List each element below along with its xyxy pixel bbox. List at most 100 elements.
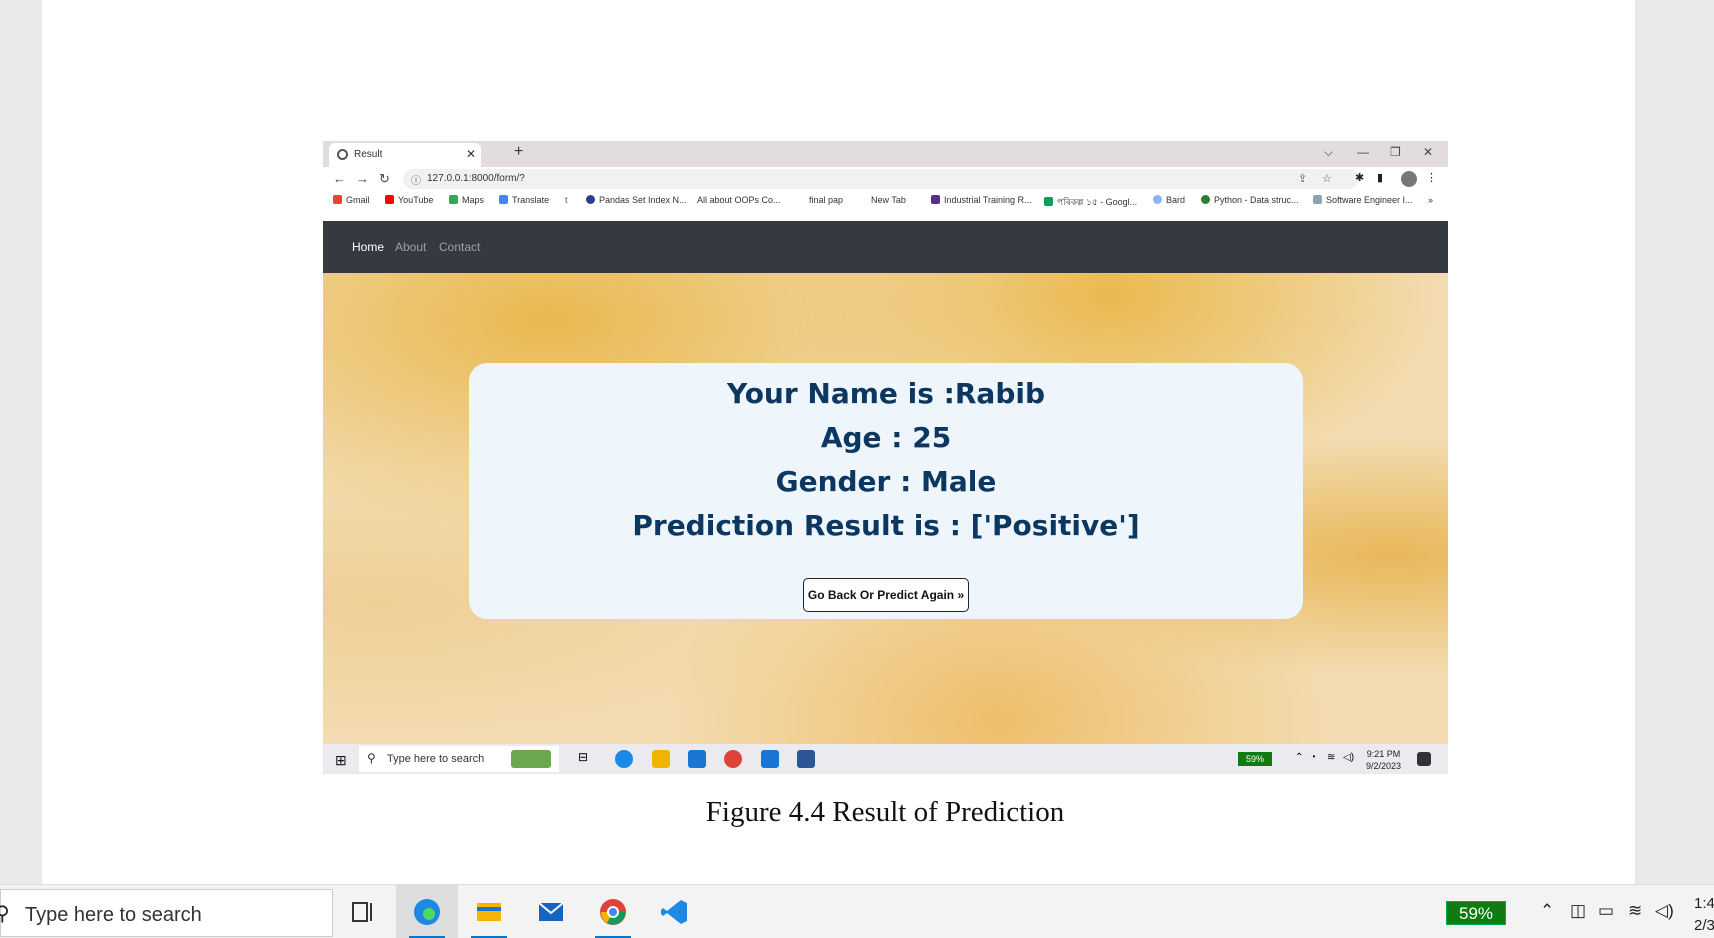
speaker-icon[interactable]: ◁) bbox=[1655, 901, 1674, 921]
taskbar-search-box[interactable]: ⚲ Type here to search bbox=[0, 889, 333, 937]
result-card: Your Name is :Rabib Age : 25 Gender : Ma… bbox=[469, 363, 1303, 619]
chrome-icon[interactable] bbox=[724, 750, 742, 768]
cloud-icon bbox=[1313, 195, 1322, 204]
inner-taskbar: ⊞ ⚲ Type here to search ⊟ 59% ⌃ ◔ ≋ ◁) 9… bbox=[323, 744, 1448, 774]
reload-icon[interactable]: ↻ bbox=[379, 171, 390, 187]
battery-indicator[interactable]: 59% bbox=[1446, 901, 1506, 925]
drive-icon bbox=[1044, 197, 1053, 206]
bookmark-t[interactable]: t bbox=[565, 195, 568, 205]
pandas-icon bbox=[586, 195, 595, 204]
chrome-icon bbox=[600, 899, 626, 925]
edge-icon bbox=[414, 899, 440, 925]
tab-search-chevron-icon[interactable]: ⌵ bbox=[1324, 145, 1333, 160]
hero-background: Your Name is :Rabib Age : 25 Gender : Ma… bbox=[323, 273, 1448, 744]
maps-icon bbox=[449, 195, 458, 204]
window-close-icon[interactable]: ✕ bbox=[1423, 145, 1433, 159]
taskbar-date: 2/3 bbox=[1694, 917, 1714, 934]
meet-now-icon[interactable]: ◫ bbox=[1570, 901, 1586, 921]
tab-title: Result bbox=[354, 149, 383, 160]
task-view-icon[interactable]: ⊟ bbox=[578, 750, 596, 768]
url-field[interactable]: ⓘ 127.0.0.1:8000/form/? ⇪ ☆ bbox=[403, 169, 1359, 189]
chrome-taskbar-button[interactable] bbox=[582, 885, 644, 938]
browser-tab[interactable]: Result ✕ bbox=[329, 143, 481, 167]
bookmarks-bar: Gmail YouTube Maps Translate t Pandas Se… bbox=[323, 191, 1448, 211]
menu-kebab-icon[interactable]: ⋮ bbox=[1426, 171, 1437, 184]
bookmark-new-tab[interactable]: New Tab bbox=[871, 195, 906, 205]
minimize-icon[interactable]: — bbox=[1357, 145, 1369, 159]
close-icon[interactable]: ✕ bbox=[466, 147, 476, 161]
bookmark-oops[interactable]: All about OOPs Co... bbox=[697, 195, 781, 205]
inner-clock[interactable]: 9:21 PM 9/2/2023 bbox=[1366, 748, 1401, 772]
bookmark-final-pap[interactable]: final pap bbox=[809, 195, 843, 205]
new-tab-icon[interactable]: + bbox=[514, 143, 523, 161]
youtube-icon bbox=[385, 195, 394, 204]
share-icon[interactable]: ⇪ bbox=[1298, 172, 1307, 185]
document-right-gutter bbox=[1635, 0, 1714, 884]
wifi-icon[interactable]: ≋ bbox=[1628, 901, 1642, 921]
extensions-icon[interactable]: ✱ bbox=[1355, 171, 1364, 184]
bookmark-star-icon[interactable]: ☆ bbox=[1322, 172, 1332, 185]
forward-icon[interactable]: → bbox=[356, 171, 369, 186]
globe-icon bbox=[337, 149, 348, 160]
network-icon[interactable]: ◔ bbox=[1310, 752, 1316, 770]
vscode-taskbar-button[interactable] bbox=[644, 885, 706, 938]
chevron-up-icon[interactable]: ⌃ bbox=[1295, 752, 1303, 770]
prediction-line: Prediction Result is : ['Positive'] bbox=[632, 509, 1140, 542]
document-left-gutter bbox=[0, 0, 42, 884]
browser-tabstrip: Result ✕ + ⌵ — ❐ ✕ bbox=[323, 141, 1448, 167]
mail-icon[interactable] bbox=[688, 750, 706, 768]
file-explorer-taskbar-button[interactable] bbox=[458, 885, 520, 938]
predict-again-button[interactable]: Go Back Or Predict Again » bbox=[803, 578, 969, 612]
translate-icon bbox=[499, 195, 508, 204]
search-icon: ⚲ bbox=[0, 903, 10, 925]
inner-date: 9/2/2023 bbox=[1366, 761, 1402, 771]
side-panel-icon[interactable]: ▮ bbox=[1377, 171, 1383, 184]
info-icon[interactable]: ⓘ bbox=[411, 172, 421, 187]
vscode-icon[interactable] bbox=[761, 750, 779, 768]
nav-about[interactable]: About bbox=[395, 240, 426, 254]
battery-icon[interactable]: ▭ bbox=[1598, 901, 1614, 921]
nav-contact[interactable]: Contact bbox=[439, 240, 480, 254]
bookmark-youtube[interactable]: YouTube bbox=[385, 195, 433, 205]
bookmark-maps[interactable]: Maps bbox=[449, 195, 484, 205]
site-navbar: Home About Contact bbox=[323, 221, 1448, 273]
word-icon[interactable] bbox=[797, 750, 815, 768]
bookmark-industrial-training[interactable]: Industrial Training R... bbox=[931, 195, 1032, 205]
windows-start-icon[interactable]: ⊞ bbox=[335, 752, 347, 769]
bookmark-bard[interactable]: Bard bbox=[1153, 195, 1185, 205]
name-line: Your Name is :Rabib bbox=[726, 377, 1046, 410]
search-highlight-image bbox=[511, 750, 551, 768]
nav-home[interactable]: Home bbox=[352, 240, 384, 254]
bookmark-python[interactable]: Python - Data struc... bbox=[1201, 195, 1299, 205]
back-icon[interactable]: ← bbox=[333, 171, 346, 186]
taskbar-clock[interactable]: 1:4 2/3 bbox=[1694, 893, 1714, 937]
edge-taskbar-button[interactable] bbox=[396, 885, 458, 938]
edge-icon[interactable] bbox=[615, 750, 633, 768]
bookmark-translate[interactable]: Translate bbox=[499, 195, 549, 205]
task-view-button[interactable] bbox=[332, 885, 394, 938]
mail-taskbar-button[interactable] bbox=[520, 885, 582, 938]
bookmark-gmail[interactable]: Gmail bbox=[333, 195, 370, 205]
host-taskbar: ⚲ Type here to search 59% ⌃ ◫ ▭ ≋ ◁) 1:4… bbox=[0, 884, 1714, 938]
search-icon: ⚲ bbox=[367, 751, 376, 765]
bookmarks-overflow-icon[interactable]: » bbox=[1428, 195, 1433, 205]
age-line: Age : 25 bbox=[820, 421, 952, 454]
gmail-icon bbox=[333, 195, 342, 204]
taskbar-time: 1:4 bbox=[1694, 895, 1714, 912]
bookmark-software-engineer[interactable]: Software Engineer I... bbox=[1313, 195, 1413, 205]
inner-battery-indicator[interactable]: 59% bbox=[1238, 752, 1272, 766]
bookmark-google-drive[interactable]: পৰিকল্প ১৫ - Googl... bbox=[1044, 195, 1137, 210]
forms-icon bbox=[931, 195, 940, 204]
restore-icon[interactable]: ❐ bbox=[1390, 145, 1401, 159]
speaker-icon[interactable]: ◁) bbox=[1343, 752, 1354, 770]
bookmark-pandas[interactable]: Pandas Set Index N... bbox=[586, 195, 687, 205]
profile-avatar[interactable] bbox=[1401, 171, 1417, 187]
wifi-icon[interactable]: ≋ bbox=[1327, 752, 1335, 770]
file-explorer-icon[interactable] bbox=[652, 750, 670, 768]
chevron-up-icon[interactable]: ⌃ bbox=[1540, 901, 1554, 921]
inner-time: 9:21 PM bbox=[1366, 749, 1401, 759]
notification-icon[interactable] bbox=[1417, 752, 1431, 766]
mail-icon bbox=[538, 902, 564, 921]
figure-caption: Figure 4.4 Result of Prediction bbox=[705, 796, 1065, 828]
task-view-icon bbox=[352, 902, 372, 922]
